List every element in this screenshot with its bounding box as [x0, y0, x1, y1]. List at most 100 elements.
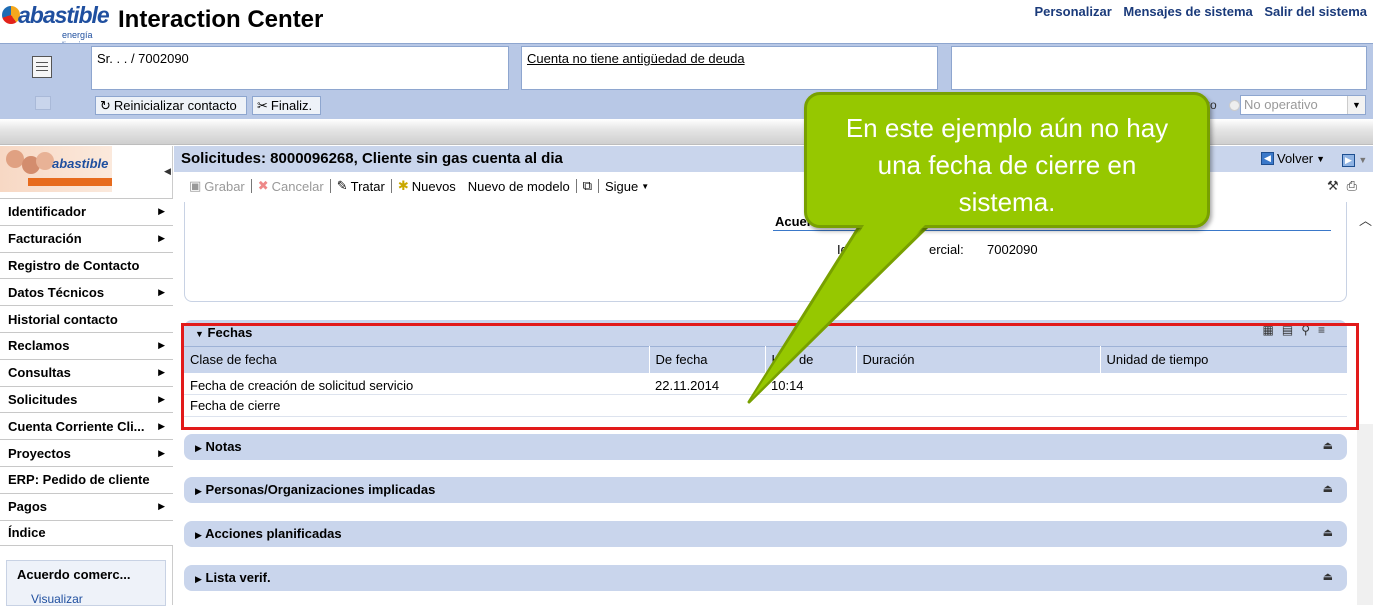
back-button[interactable]: ◀ Volver ▼: [1261, 151, 1325, 166]
column-header[interactable]: Unidad de tiempo: [1100, 346, 1348, 373]
acciones-label: Acciones planificadas: [205, 526, 342, 541]
nav-menu: Identificador ▶ Facturación ▶ Registro de Co…: [0, 198, 173, 547]
process-label: Tratar: [350, 178, 385, 194]
chevron-right-icon[interactable]: ▶: [158, 206, 165, 217]
sidebar-item-label: Cuenta Corriente Cli...: [8, 418, 145, 434]
collapse-block-icon[interactable]: ≡: [1318, 323, 1333, 337]
status-radio[interactable]: [1229, 100, 1240, 111]
callout-text: En este ejemplo aún no hay una fecha de …: [845, 113, 1169, 217]
sidebar-item[interactable]: ERP: Pedido de cliente: [0, 465, 173, 493]
reset-contact-button[interactable]: ↻ Reinicializar contacto: [95, 96, 247, 115]
sidebar-item[interactable]: Identificador ▶: [0, 198, 173, 225]
sidebar-item[interactable]: Registro de Contacto: [0, 251, 173, 279]
sidebar-item[interactable]: Índice: [0, 519, 173, 547]
expand-block-icon[interactable]: ⏏: [1323, 526, 1333, 539]
table-row[interactable]: Fecha de cierre: [184, 394, 1347, 417]
fechas-assignment-block: ▼ Fechas ▦▤⚲≡ Clase de fecha De fecha H …: [184, 320, 1348, 417]
chevron-right-icon[interactable]: ▶: [158, 340, 165, 351]
export-table-icon[interactable]: ▤: [1282, 323, 1301, 337]
notepad-icon[interactable]: [32, 56, 52, 78]
new-button[interactable]: ✱ Nuevos: [392, 178, 462, 194]
expand-block-icon[interactable]: ⏏: [1323, 439, 1333, 452]
sidebar-item[interactable]: Proyectos ▶: [0, 439, 173, 466]
summary-value: 7002090: [987, 242, 1038, 257]
forward-button[interactable]: ▶ ▼: [1342, 152, 1367, 167]
system-links: Personalizar Mensajes de sistema Salir d…: [1026, 4, 1367, 19]
lista-title[interactable]: ▶ Lista verif.: [195, 570, 271, 585]
table-settings-icon[interactable]: ▦: [1263, 323, 1282, 337]
reset-contact-label: Reinicializar contacto: [113, 98, 237, 113]
notas-assignment-block[interactable]: ▶ Notas ⏏: [184, 434, 1347, 460]
chevron-down-icon[interactable]: ▼: [1358, 155, 1367, 165]
lista-assignment-block[interactable]: ▶ Lista verif. ⏏: [184, 565, 1347, 591]
wrench-icon[interactable]: ⚒: [1327, 178, 1347, 193]
link-personalizar[interactable]: Personalizar: [1034, 4, 1111, 19]
chevron-right-icon[interactable]: ▶: [158, 501, 165, 512]
sidebar-item[interactable]: Reclamos ▶: [0, 331, 173, 359]
scissors-icon: ✂: [257, 97, 268, 113]
print-icon[interactable]: ⎙: [1347, 178, 1365, 193]
personas-assignment-block[interactable]: ▶ Personas/Organizaciones implicadas ⏏: [184, 477, 1347, 503]
summary-label-prefix: Id.: [837, 242, 852, 257]
acciones-assignment-block[interactable]: ▶ Acciones planificadas ⏏: [184, 521, 1347, 547]
account-message[interactable]: Cuenta no tiene antigüedad de deuda: [527, 51, 745, 66]
scroll-up-icon[interactable]: ︿: [1359, 210, 1372, 229]
brand-bar: [28, 178, 112, 186]
sidebar-item-label: ERP: Pedido de cliente: [8, 472, 150, 488]
fechas-title[interactable]: ▼ Fechas: [195, 325, 252, 340]
sidebar-item-label: Índice: [8, 525, 46, 541]
expand-block-icon[interactable]: ⏏: [1323, 482, 1333, 495]
inactive-square-icon: [35, 96, 51, 110]
column-header[interactable]: De fecha: [649, 346, 766, 373]
sidebar-item[interactable]: Pagos ▶: [0, 492, 173, 520]
acciones-title[interactable]: ▶ Acciones planificadas: [195, 526, 342, 541]
fechas-header[interactable]: ▼ Fechas ▦▤⚲≡: [184, 320, 1347, 346]
column-header[interactable]: Clase de fecha: [184, 346, 650, 373]
save-button[interactable]: ▣ Grabar: [183, 178, 251, 194]
notas-title[interactable]: ▶ Notas: [195, 439, 242, 454]
chevron-right-icon[interactable]: ▶: [158, 448, 165, 459]
column-header[interactable]: H de: [765, 346, 857, 373]
table-row[interactable]: Fecha de creación de solicitud servicio …: [184, 372, 1347, 395]
process-button[interactable]: ✎ Tratar: [331, 178, 391, 194]
sidebar-item[interactable]: Solicitudes ▶: [0, 385, 173, 413]
summary-underline: [773, 230, 1331, 231]
link-salir-sistema[interactable]: Salir del sistema: [1264, 4, 1367, 19]
end-contact-button[interactable]: ✂ Finaliz.: [252, 96, 321, 115]
empty-info-box: [951, 46, 1367, 90]
triangle-down-icon[interactable]: ▼: [195, 329, 204, 339]
column-header[interactable]: Duración: [856, 346, 1101, 373]
chevron-down-icon[interactable]: ▼: [1316, 154, 1325, 164]
cancel-button[interactable]: ✖ Cancelar: [252, 178, 330, 194]
expand-block-icon[interactable]: ⏏: [1323, 570, 1333, 583]
sidebar-item[interactable]: Datos Técnicos ▶: [0, 278, 173, 306]
sidebar-item[interactable]: Consultas ▶: [0, 358, 173, 386]
sidebar-item[interactable]: Cuenta Corriente Cli... ▶: [0, 412, 173, 440]
vertical-scrollbar[interactable]: ︿: [1357, 202, 1373, 605]
chevron-right-icon[interactable]: ▶: [158, 367, 165, 378]
personas-title[interactable]: ▶ Personas/Organizaciones implicadas: [195, 482, 435, 497]
chevron-right-icon[interactable]: ▶: [158, 421, 165, 432]
more-button[interactable]: Sigue ▼: [599, 179, 655, 194]
new-label: Nuevos: [411, 178, 456, 194]
collapse-arrow-icon[interactable]: ◀: [164, 166, 171, 177]
chevron-right-icon[interactable]: ▶: [158, 233, 165, 244]
new-model-button[interactable]: Nuevo de modelo: [462, 179, 576, 194]
scroll-track[interactable]: [1357, 424, 1373, 605]
customer-info-box: Sr. . . / 7002090: [91, 46, 509, 90]
chevron-down-icon[interactable]: ▼: [1347, 96, 1365, 114]
sidebar-item[interactable]: Historial contacto: [0, 305, 173, 332]
sidebar-item[interactable]: Facturación ▶: [0, 224, 173, 252]
chevron-right-icon[interactable]: ▶: [158, 287, 165, 298]
copy-button[interactable]: ⧉: [577, 178, 598, 194]
content-area: Acuer Id. ercial: 7002090 ▼ Fechas ▦▤⚲≡: [174, 202, 1357, 605]
table-cell: [856, 372, 1100, 395]
triangle-right-icon: ▶: [195, 574, 202, 584]
status-select[interactable]: No operativo ▼: [1240, 95, 1366, 115]
chevron-down-icon: ▼: [641, 181, 650, 191]
page-title: Solicitudes: 8000096268, Cliente sin gas…: [181, 150, 563, 167]
personalize-icon[interactable]: ⚲: [1301, 323, 1318, 337]
recent-item-link[interactable]: Visualizar: [31, 592, 83, 606]
link-mensajes-sistema[interactable]: Mensajes de sistema: [1123, 4, 1252, 19]
chevron-right-icon[interactable]: ▶: [158, 394, 165, 405]
